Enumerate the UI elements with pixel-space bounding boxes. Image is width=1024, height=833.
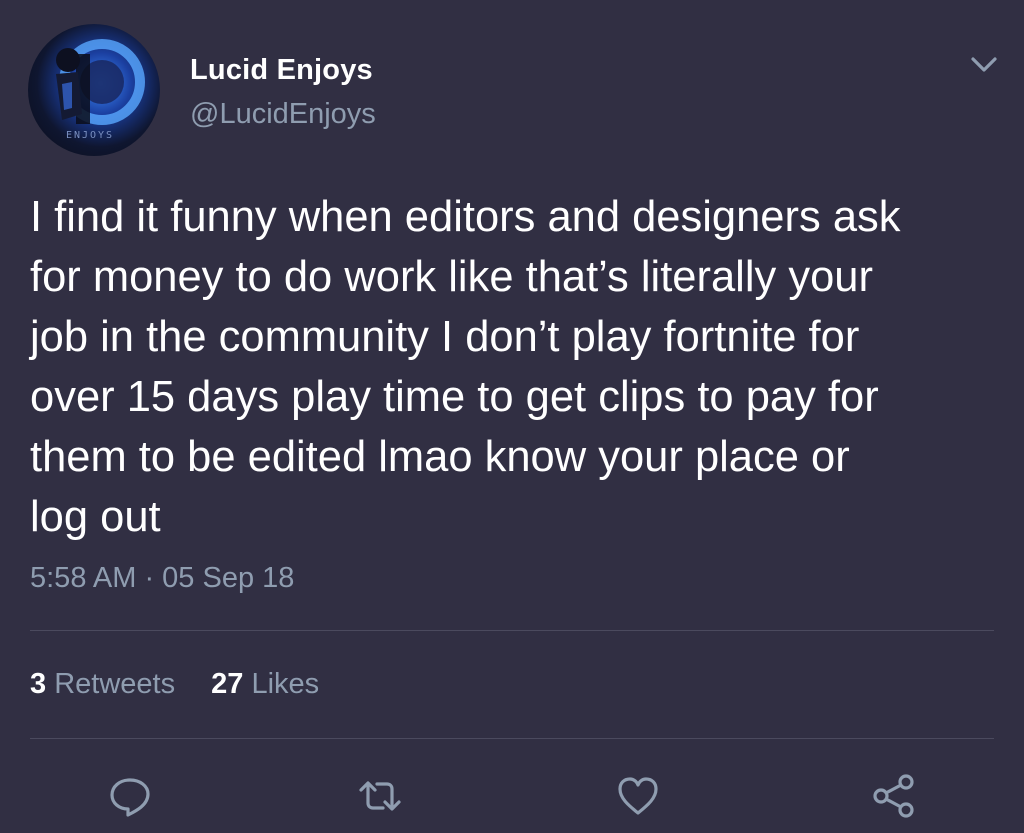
likes-count: 27	[211, 668, 244, 700]
retweets-stat[interactable]: 3 Retweets	[30, 668, 175, 701]
tweet-text: I find it funny when editors and designe…	[30, 193, 901, 541]
chevron-down-icon[interactable]	[966, 50, 1002, 78]
retweet-icon[interactable]	[356, 772, 404, 820]
display-name[interactable]: Lucid Enjoys	[190, 54, 373, 87]
retweets-label: Retweets	[54, 668, 176, 700]
tweet-stats: 3 Retweets 27 Likes	[30, 668, 319, 701]
avatar-image: ENJOYS	[56, 39, 145, 141]
divider	[30, 738, 994, 739]
svg-text:ENJOYS: ENJOYS	[66, 130, 114, 141]
retweets-count: 3	[30, 668, 47, 700]
likes-stat[interactable]: 27 Likes	[211, 668, 319, 701]
divider	[30, 630, 994, 631]
tweet-timestamp[interactable]: 5:58 AM · 05 Sep 18	[30, 562, 294, 595]
avatar[interactable]: ENJOYS	[28, 24, 160, 156]
tweet-card: ENJOYS Lucid Enjoys @LucidEnjoys I find …	[0, 0, 1024, 833]
user-handle[interactable]: @LucidEnjoys	[190, 98, 376, 131]
like-icon[interactable]	[614, 772, 662, 820]
likes-label: Likes	[251, 668, 320, 700]
share-icon[interactable]	[870, 772, 918, 820]
reply-icon[interactable]	[106, 772, 154, 820]
